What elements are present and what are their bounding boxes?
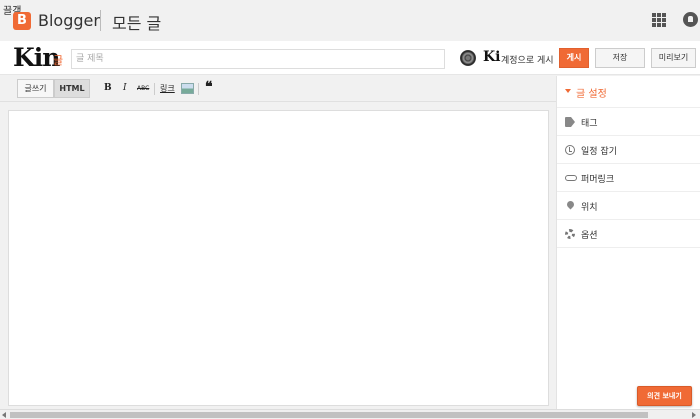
preview-button[interactable]: 미리보기: [651, 48, 696, 68]
tag-icon: [565, 117, 575, 127]
post-title-bar: Kin 글 Ki 계정으로 게시 게시 저장 미리보기: [0, 41, 700, 75]
top-bar: 끌갬 B Blogger 모든 글: [0, 0, 700, 41]
notifications-icon[interactable]: [683, 12, 698, 27]
post-title-input[interactable]: [71, 49, 445, 69]
link-icon: [565, 175, 577, 181]
bold-icon[interactable]: B: [104, 83, 112, 93]
account-logo: Ki: [483, 49, 501, 65]
sidebar-item-label: 일정 잡기: [581, 147, 617, 157]
scrollbar-thumb[interactable]: [10, 412, 648, 418]
brand-divider: [100, 10, 101, 31]
caret-down-icon: [565, 89, 571, 93]
horizontal-scrollbar[interactable]: [0, 409, 700, 419]
sidebar-item-label: 위치: [581, 203, 598, 213]
quote-icon[interactable]: ❝: [205, 79, 213, 95]
location-pin-icon: [565, 199, 576, 210]
sidebar-item-label: 옵션: [581, 231, 598, 241]
sidebar-item-options[interactable]: 옵션: [557, 220, 700, 248]
editor-area: [0, 103, 556, 409]
sidebar-item-location[interactable]: 위치: [557, 192, 700, 220]
account-post-label: 계정으로 게시: [501, 56, 554, 66]
sidebar-item-schedule[interactable]: 일정 잡기: [557, 136, 700, 164]
post-settings-sidebar: 글 설정 태그 일정 잡기 퍼머링크 위치 옵션: [556, 76, 700, 409]
sidebar-item-permalink[interactable]: 퍼머링크: [557, 164, 700, 192]
editor-toolbar: 글쓰기 HTML B I ABC 링크 ❝: [0, 76, 556, 102]
publish-button[interactable]: 게시: [559, 48, 589, 68]
apps-grid-icon[interactable]: [652, 13, 666, 27]
tab-html[interactable]: HTML: [54, 79, 90, 98]
blogger-post-editor: 끌갬 B Blogger 모든 글 Kin 글 Ki 계정으로 게시 게시 저장…: [0, 0, 700, 419]
account-avatar-icon: [460, 50, 476, 66]
toolbar-divider: [198, 83, 199, 95]
italic-icon[interactable]: I: [123, 83, 127, 93]
page-title[interactable]: 모든 글: [112, 10, 161, 34]
strikethrough-icon[interactable]: ABC: [137, 85, 149, 92]
send-feedback-button[interactable]: 의견 보내기: [637, 386, 692, 406]
sidebar-item-tags[interactable]: 태그: [557, 108, 700, 136]
blogger-logo-icon[interactable]: B: [13, 12, 31, 30]
post-settings-header[interactable]: 글 설정: [557, 76, 700, 108]
post-settings-label: 글 설정: [576, 89, 607, 100]
clock-icon: [565, 145, 575, 155]
scroll-left-icon[interactable]: [2, 412, 6, 418]
save-button[interactable]: 저장: [595, 48, 645, 68]
brand-name[interactable]: Blogger: [38, 11, 100, 30]
html-editor-textarea[interactable]: [8, 110, 549, 406]
tab-compose[interactable]: 글쓰기: [17, 79, 54, 98]
sidebar-item-label: 퍼머링크: [581, 175, 615, 185]
sidebar-item-label: 태그: [581, 119, 598, 129]
insert-image-icon[interactable]: [181, 83, 194, 94]
gear-icon: [565, 229, 575, 239]
blog-logo-suffix: 글: [53, 54, 64, 67]
scroll-right-icon[interactable]: [692, 412, 696, 418]
link-button[interactable]: 링크: [160, 83, 175, 94]
toolbar-divider: [154, 83, 155, 95]
